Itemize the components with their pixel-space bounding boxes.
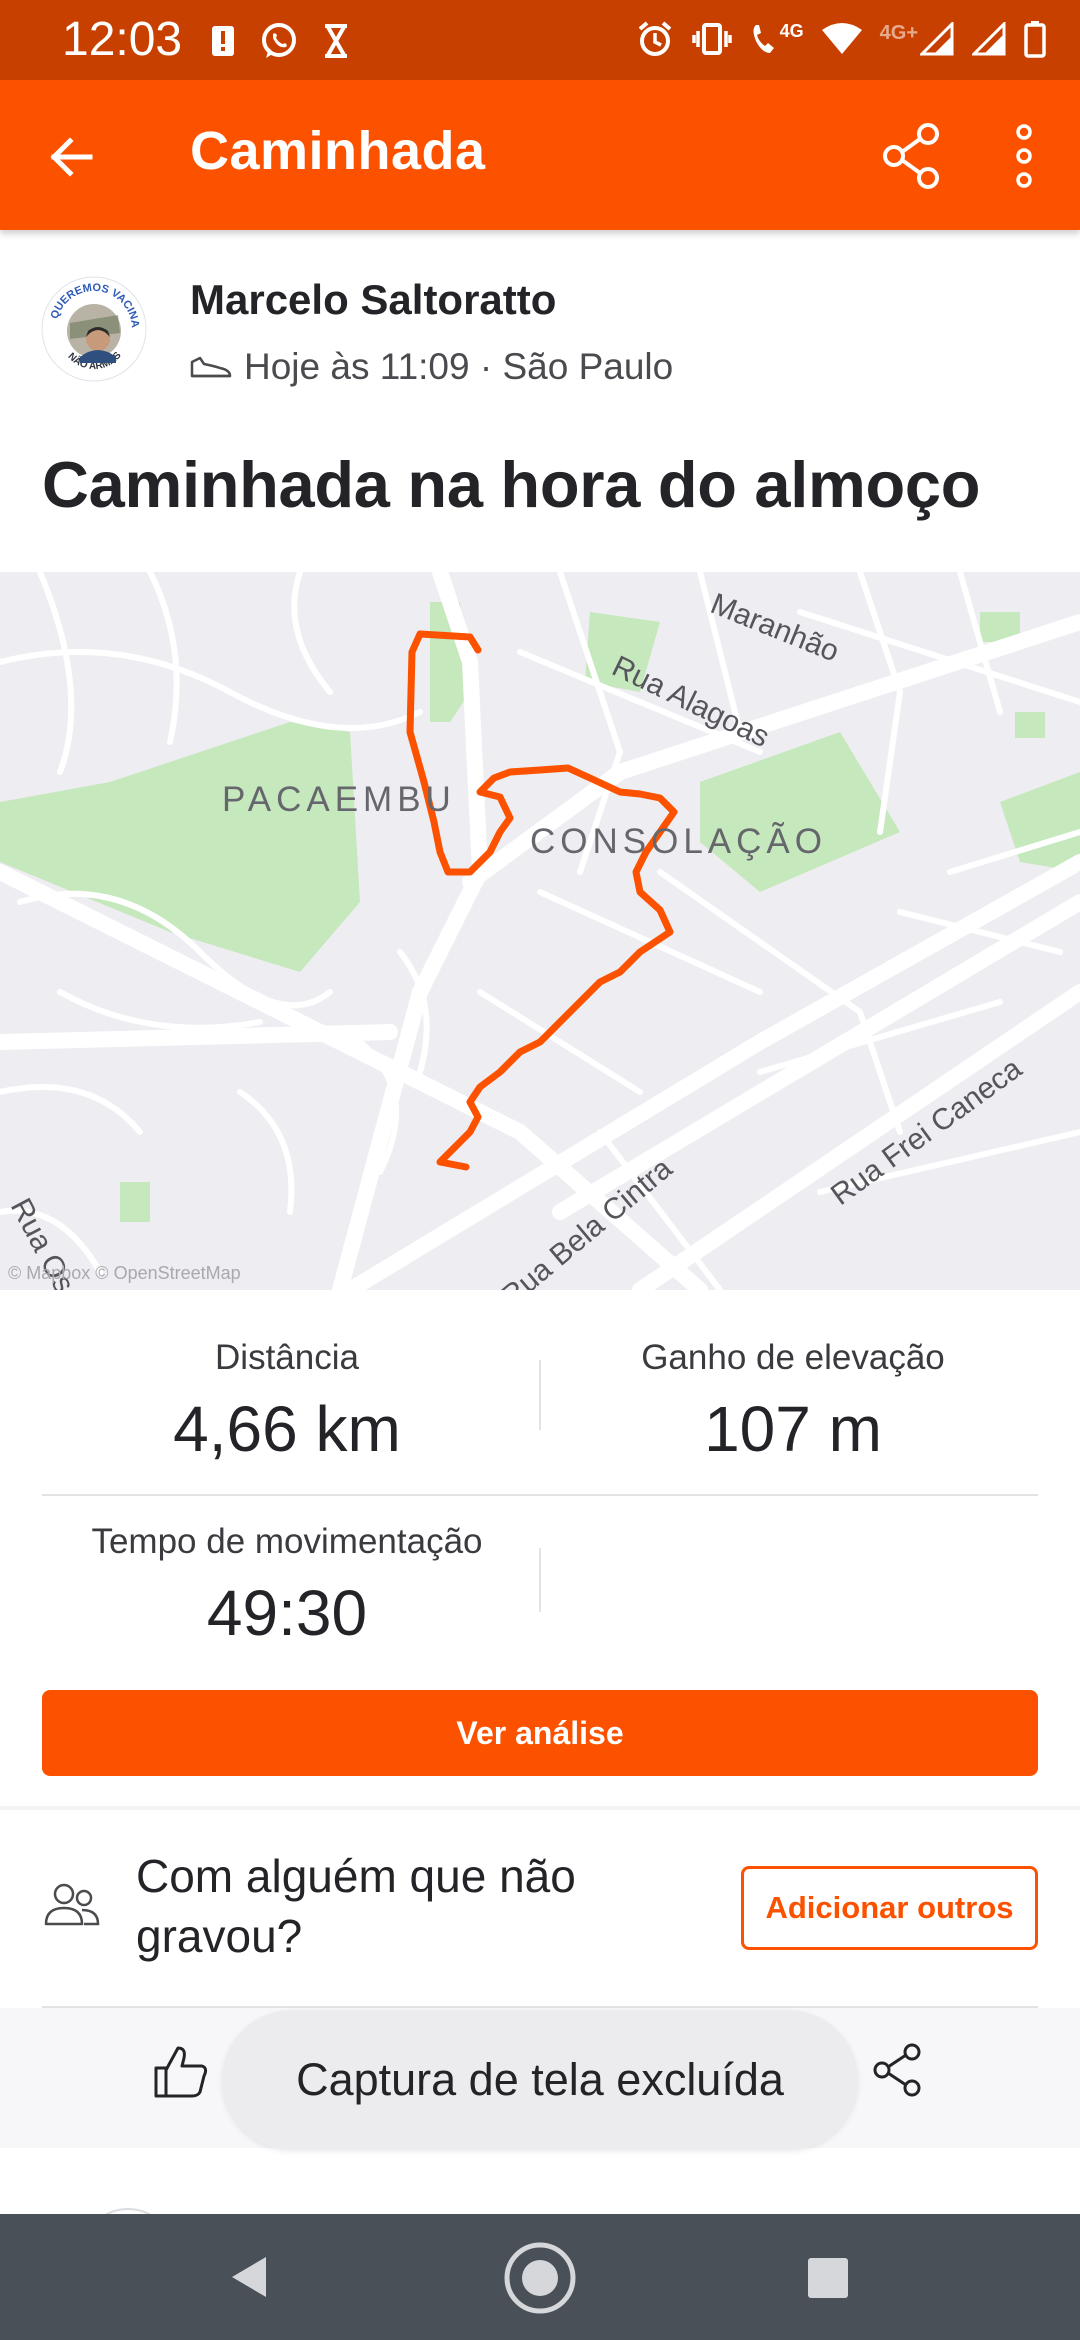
whatsapp-icon — [262, 23, 296, 58]
toast-message: Captura de tela excluída — [222, 2010, 858, 2150]
add-others-button[interactable]: Adicionar outros — [741, 1866, 1038, 1950]
section-divider — [0, 1806, 1080, 1810]
map-credit-text: © Mapbox © OpenStreetMap — [8, 1263, 241, 1283]
stat-distance-label: Distância — [215, 1338, 359, 1377]
mobile-signal-1: 4G+ — [880, 22, 954, 56]
screen: 12:03 4G 4G+ Caminhada QUEREMOS VACINA N… — [0, 0, 1080, 2340]
stat-elevation-label: Ganho de elevação — [641, 1338, 945, 1377]
status-time: 12:03 — [62, 13, 183, 66]
view-analysis-button[interactable]: Ver análise — [42, 1690, 1038, 1776]
stats-row-divider — [42, 1494, 1038, 1496]
stat-divider — [539, 1360, 541, 1430]
vibrate-icon — [691, 23, 732, 55]
app-bar: Caminhada — [0, 80, 1080, 230]
athlete-avatar[interactable]: QUEREMOS VACINA NÃO ARMAS — [40, 275, 148, 383]
map-label-pacaembu: PACAEMBU — [222, 780, 456, 819]
stat-moving-time-label: Tempo de movimentação — [91, 1522, 483, 1561]
share-icon[interactable] — [876, 120, 948, 192]
route-map[interactable]: PACAEMBU CONSOLAÇÃO Maranhão Rua Alagoas… — [0, 572, 1080, 1290]
map-attribution: © Mapbox © OpenStreetMap — [8, 1263, 241, 1284]
back-arrow-icon[interactable] — [40, 125, 104, 189]
volte-call: 4G — [750, 21, 804, 57]
next-card — [0, 2168, 1080, 2218]
hourglass-icon — [325, 24, 347, 58]
map-canvas — [0, 572, 1080, 1290]
stat-elevation-value: 107 m — [704, 1393, 882, 1465]
stat-distance: Distância 4,66 km — [42, 1338, 532, 1466]
app-title: Caminhada — [190, 121, 486, 181]
battery-icon — [1024, 21, 1046, 58]
stat-moving-time: Tempo de movimentação 49:30 — [42, 1522, 532, 1650]
stat-moving-time-value: 49:30 — [206, 1577, 368, 1649]
notification-icon — [212, 26, 234, 56]
activity-title: Caminhada na hora do almoço — [42, 448, 981, 521]
group-people-icon — [44, 1883, 100, 1926]
stat-distance-value: 4,66 km — [173, 1393, 401, 1465]
stat-divider — [539, 1548, 541, 1612]
shoe-icon — [190, 356, 232, 378]
wifi-icon — [821, 23, 862, 54]
network-4g-label: 4G — [779, 21, 804, 41]
athlete-name[interactable]: Marcelo Saltoratto — [190, 276, 556, 324]
nav-home-icon[interactable] — [502, 2240, 578, 2316]
nav-back-icon[interactable] — [226, 2253, 274, 2301]
status-right-icons: 4G 4G+ — [636, 20, 1046, 58]
alarm-icon — [638, 21, 671, 56]
activity-meta: Hoje às 11:09 · São Paulo — [190, 346, 673, 388]
status-bar: 12:03 4G 4G+ — [0, 0, 1080, 80]
more-vert-icon[interactable] — [1006, 120, 1042, 192]
network-4g-plus-label: 4G+ — [879, 22, 918, 44]
signal-icon — [920, 22, 954, 56]
thumbs-up-icon[interactable] — [150, 2040, 212, 2102]
status-left-icons — [210, 22, 350, 60]
map-label-consolacao: CONSOLAÇÃO — [530, 822, 827, 861]
stat-elevation: Ganho de elevação 107 m — [548, 1338, 1038, 1466]
share-icon[interactable] — [868, 2040, 928, 2100]
activity-date-location: Hoje às 11:09 · São Paulo — [244, 346, 674, 387]
signal-icon — [972, 22, 1006, 56]
nav-recents-icon[interactable] — [806, 2256, 850, 2300]
volte-call-icon — [753, 25, 774, 53]
others-prompt: Com alguém que não gravou? — [136, 1850, 576, 1962]
